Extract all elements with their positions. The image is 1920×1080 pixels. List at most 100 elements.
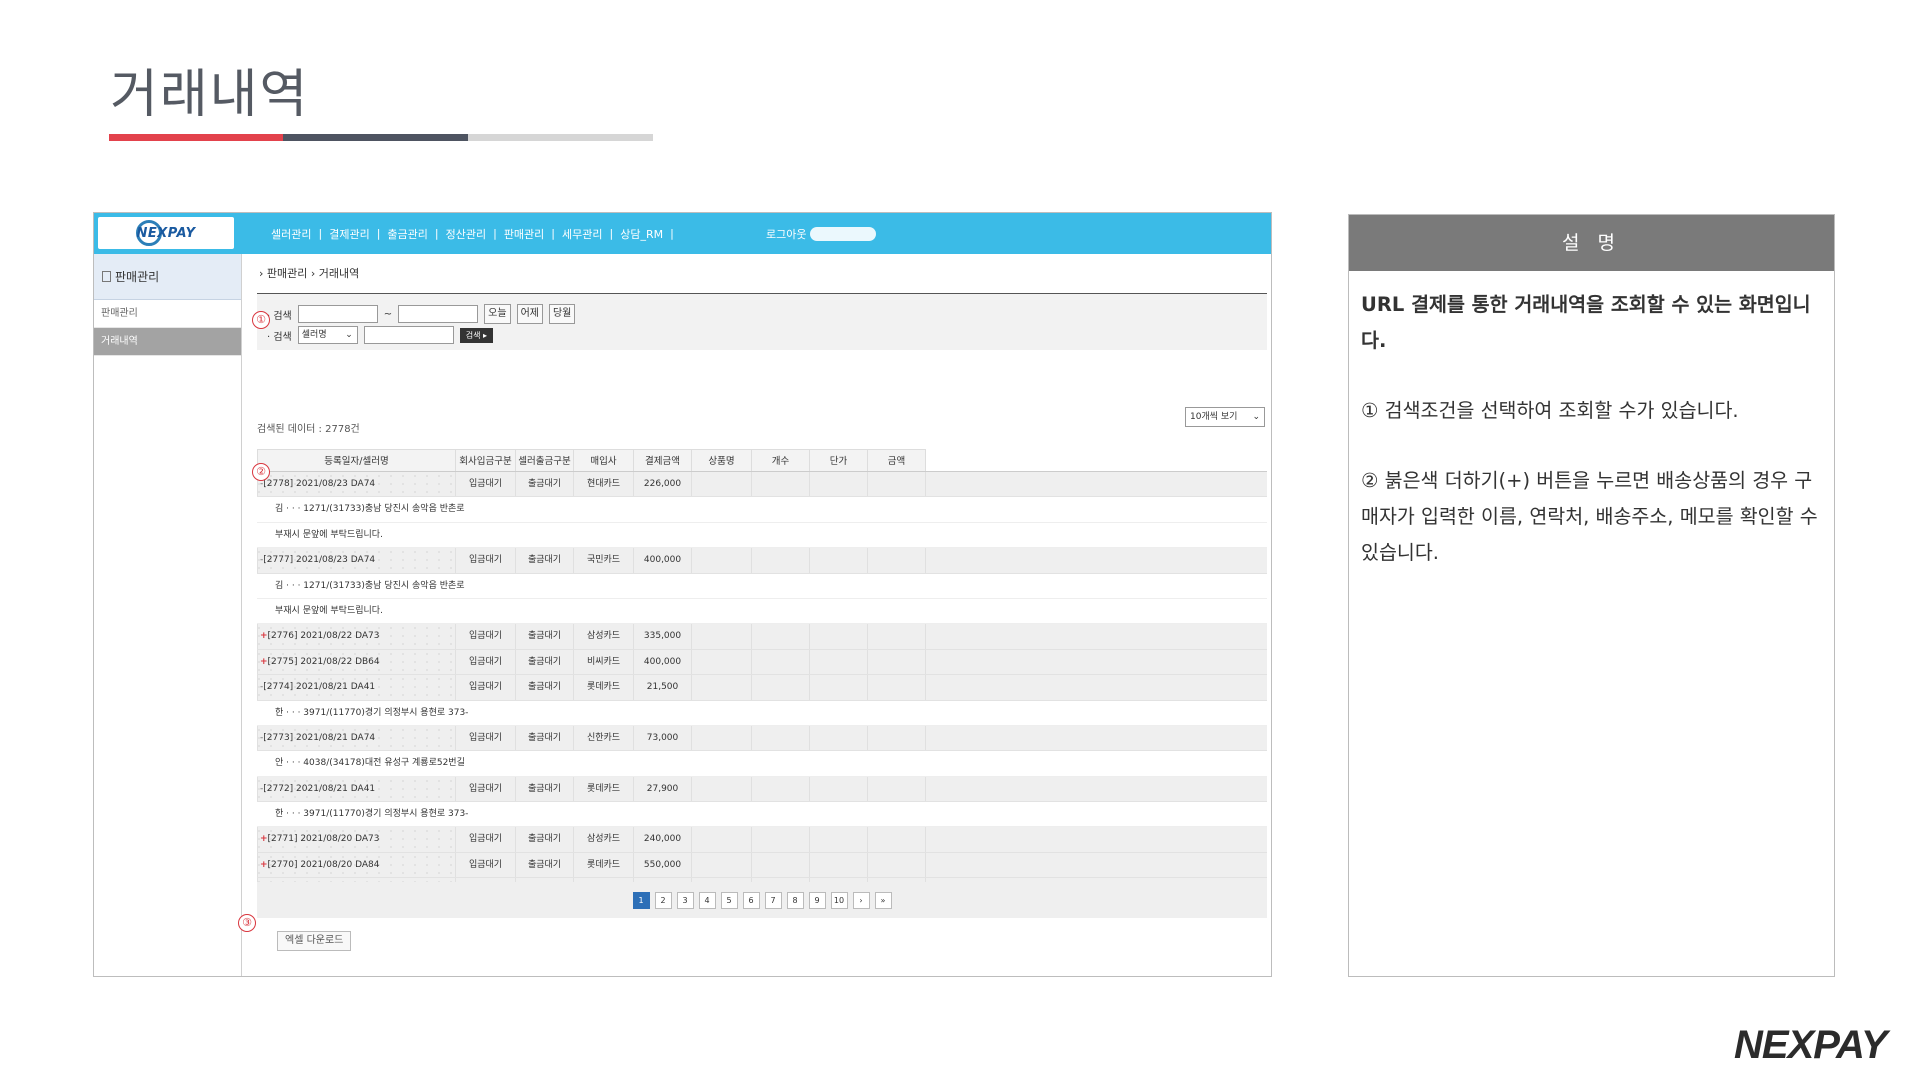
table-row[interactable]: -[2778] 2021/08/23 DA74 입금대기 출금대기 현대카드 226,0… xyxy=(257,472,1267,498)
sidebar-header-label: 판매관리 xyxy=(115,270,160,284)
page-button[interactable]: 7 xyxy=(764,891,782,909)
page-button[interactable]: 2 xyxy=(654,891,672,909)
this-month-button[interactable]: 당월 xyxy=(548,304,576,324)
page-button[interactable]: 5 xyxy=(720,891,738,909)
search-label-date: · 검색 xyxy=(267,310,292,322)
expand-plus-button[interactable]: + xyxy=(260,657,268,667)
page-button[interactable]: 3 xyxy=(676,891,694,909)
search-type-select[interactable]: 셀러명 ⌄ xyxy=(297,326,358,344)
yesterday-button[interactable]: 어제 xyxy=(516,304,543,324)
row-id-cell: +[2775] 2021/08/22 DB64 xyxy=(257,649,455,675)
excel-download-button[interactable]: 엑셀 다운로드 xyxy=(277,931,352,951)
keyword-input[interactable] xyxy=(363,326,454,344)
row-id-cell: -[2772] 2021/08/21 DA41 xyxy=(257,776,455,802)
detail-row: 부재시 문앞에 부탁드립니다. xyxy=(257,598,1267,625)
logout-link[interactable]: 로그아웃 xyxy=(766,226,806,242)
cell-empty xyxy=(691,827,751,852)
table-row[interactable]: -[2777] 2021/08/23 DA74 입금대기 출금대기 국민카드 400,0… xyxy=(257,548,1267,574)
cell-amount: 226,000 xyxy=(633,472,691,497)
cell-wd: 출금대기 xyxy=(515,827,573,852)
row-id-text: [2772] 2021/08/21 DA41 xyxy=(263,783,376,794)
nav-item-4[interactable]: 판매관리 xyxy=(497,226,551,242)
page-button[interactable]: 8 xyxy=(786,891,804,909)
nav-item-1[interactable]: 결제관리 xyxy=(322,226,376,242)
row-id-text: [2777] 2021/08/23 DA74 xyxy=(263,555,376,566)
cell-dep: 입금대기 xyxy=(455,548,515,573)
cell-empty xyxy=(809,827,867,852)
pagination: 1 2 3 4 5 6 7 8 9 10 ›» xyxy=(257,882,1267,918)
cell-empty xyxy=(691,624,751,649)
per-page-select[interactable]: 10개씩 보기 ⌄ xyxy=(1185,407,1265,427)
chevron-down-icon: ⌄ xyxy=(1252,412,1260,422)
table-row[interactable]: -[2772] 2021/08/21 DA41 입금대기 출금대기 롯데카드 27,90… xyxy=(257,776,1267,803)
table-row[interactable]: +[2771] 2021/08/20 DA73 입금대기 출금대기 삼성카드 240,0… xyxy=(257,827,1267,853)
cell-empty xyxy=(867,624,925,649)
user-name-masked xyxy=(810,227,877,241)
table-header: 등록일자/셀러명 회사입금구분 셀러출금구분 매입사 결제금액 상품명 개수 단가 금액 xyxy=(257,449,1267,472)
table-row[interactable]: +[2770] 2021/08/20 DA84 입금대기 출금대기 롯데카드 550,0… xyxy=(257,852,1267,879)
row-id-text: [2775] 2021/08/22 DB64 xyxy=(267,656,380,667)
transactions-table: 등록일자/셀러명 회사입금구분 셀러출금구분 매입사 결제금액 상품명 개수 단가 금액 -[2… xyxy=(257,449,1267,904)
today-button[interactable]: 오늘 xyxy=(484,304,511,324)
sidebar-item-sales[interactable]: 판매관리 xyxy=(94,300,241,328)
cell-empty xyxy=(809,649,867,675)
cell-card: 롯데카드 xyxy=(573,852,633,878)
cell-card: 신한카드 xyxy=(573,725,633,751)
nav-item-5[interactable]: 세무관리 xyxy=(555,226,609,242)
cell-empty xyxy=(751,675,809,700)
nav-item-0[interactable]: 셀러관리 xyxy=(264,226,318,242)
cell-card: 비씨카드 xyxy=(573,649,633,675)
detail-row: 한 · · · 3971/(11770)경기 의정부시 용현로 373- xyxy=(257,802,1267,828)
sidebar-header[interactable]: 판매관리 xyxy=(94,254,241,300)
app-logo[interactable]: NEXPAY xyxy=(98,217,234,249)
nav-item-2[interactable]: 출금관리 xyxy=(380,226,434,242)
sidebar-item-transactions[interactable]: 거래내역 xyxy=(94,328,241,356)
expand-plus-button[interactable]: + xyxy=(260,631,268,641)
table-row[interactable]: +[2776] 2021/08/22 DA73 입금대기 출금대기 삼성카드 335,0… xyxy=(257,624,1267,650)
document-icon xyxy=(102,271,111,282)
cell-wd: 출금대기 xyxy=(515,776,573,802)
table-row[interactable]: +[2775] 2021/08/22 DB64 입금대기 출금대기 비씨카드 400,0… xyxy=(257,649,1267,676)
cell-empty xyxy=(809,675,867,700)
expand-plus-button[interactable]: + xyxy=(260,860,268,870)
main-menu: 셀러관리 | 결제관리 | 출금관리 | 정산관리 | 판매관리 | 세무관리 | 상담_RM | xyxy=(264,213,674,254)
nav-item-3[interactable]: 정산관리 xyxy=(439,226,493,242)
detail-row: 김 · · · 1271/(31733)충남 당진시 송악읍 반촌로 xyxy=(257,497,1267,523)
nav-separator: | xyxy=(670,227,674,240)
page-button[interactable]: 10 xyxy=(830,891,848,909)
search-button[interactable]: 검색 ▸ xyxy=(459,327,494,343)
column-header: 결제금액 xyxy=(633,449,691,471)
row-id-cell: -[2778] 2021/08/23 DA74 xyxy=(257,472,455,497)
top-nav-bar: NEXPAY 셀러관리 | 결제관리 | 출금관리 | 정산관리 | 판매관리 | 세무관리 | 상담_… xyxy=(94,213,1271,254)
cell-dep: 입금대기 xyxy=(455,649,515,675)
description-lead: URL 결제를 통한 거래내역을 조회할 수 있는 화면입니다. xyxy=(1361,293,1811,352)
nav-item-6[interactable]: 상담_RM xyxy=(613,226,670,242)
page-button[interactable]: 1 xyxy=(632,891,650,909)
page-button[interactable]: 6 xyxy=(742,891,760,909)
marker-1: ① xyxy=(252,311,270,329)
cell-dep: 입금대기 xyxy=(455,827,515,852)
table-row[interactable]: -[2773] 2021/08/21 DA74 입금대기 출금대기 신한카드 73,00… xyxy=(257,725,1267,752)
page-button[interactable]: 4 xyxy=(698,891,716,909)
table-body: -[2778] 2021/08/23 DA74 입금대기 출금대기 현대카드 226,0… xyxy=(257,472,1267,904)
column-header: 회사입금구분 xyxy=(455,449,515,471)
logout-area[interactable]: 로그아웃 xyxy=(766,226,877,242)
search-label-keyword: · 검색 xyxy=(267,331,292,343)
date-from-input[interactable] xyxy=(297,305,378,323)
page-button[interactable]: 9 xyxy=(808,891,826,909)
cell-empty xyxy=(751,827,809,852)
row-id-cell: -[2777] 2021/08/23 DA74 xyxy=(257,548,455,573)
page-button[interactable]: » xyxy=(874,891,892,909)
cell-empty xyxy=(751,649,809,675)
cell-amount: 335,000 xyxy=(633,624,691,649)
cell-empty xyxy=(867,776,925,802)
date-to-input[interactable] xyxy=(398,305,479,323)
cell-empty xyxy=(867,548,925,573)
cell-empty xyxy=(867,725,925,751)
page-button[interactable]: › xyxy=(852,891,870,909)
cell-empty xyxy=(691,776,751,802)
description-item-1: ① 검색조건을 선택하여 조회할 수가 있습니다. xyxy=(1361,399,1739,422)
table-row[interactable]: -[2774] 2021/08/21 DA41 입금대기 출금대기 롯데카드 21,50… xyxy=(257,675,1267,701)
expand-plus-button[interactable]: + xyxy=(260,834,268,844)
cell-amount: 21,500 xyxy=(633,675,691,700)
